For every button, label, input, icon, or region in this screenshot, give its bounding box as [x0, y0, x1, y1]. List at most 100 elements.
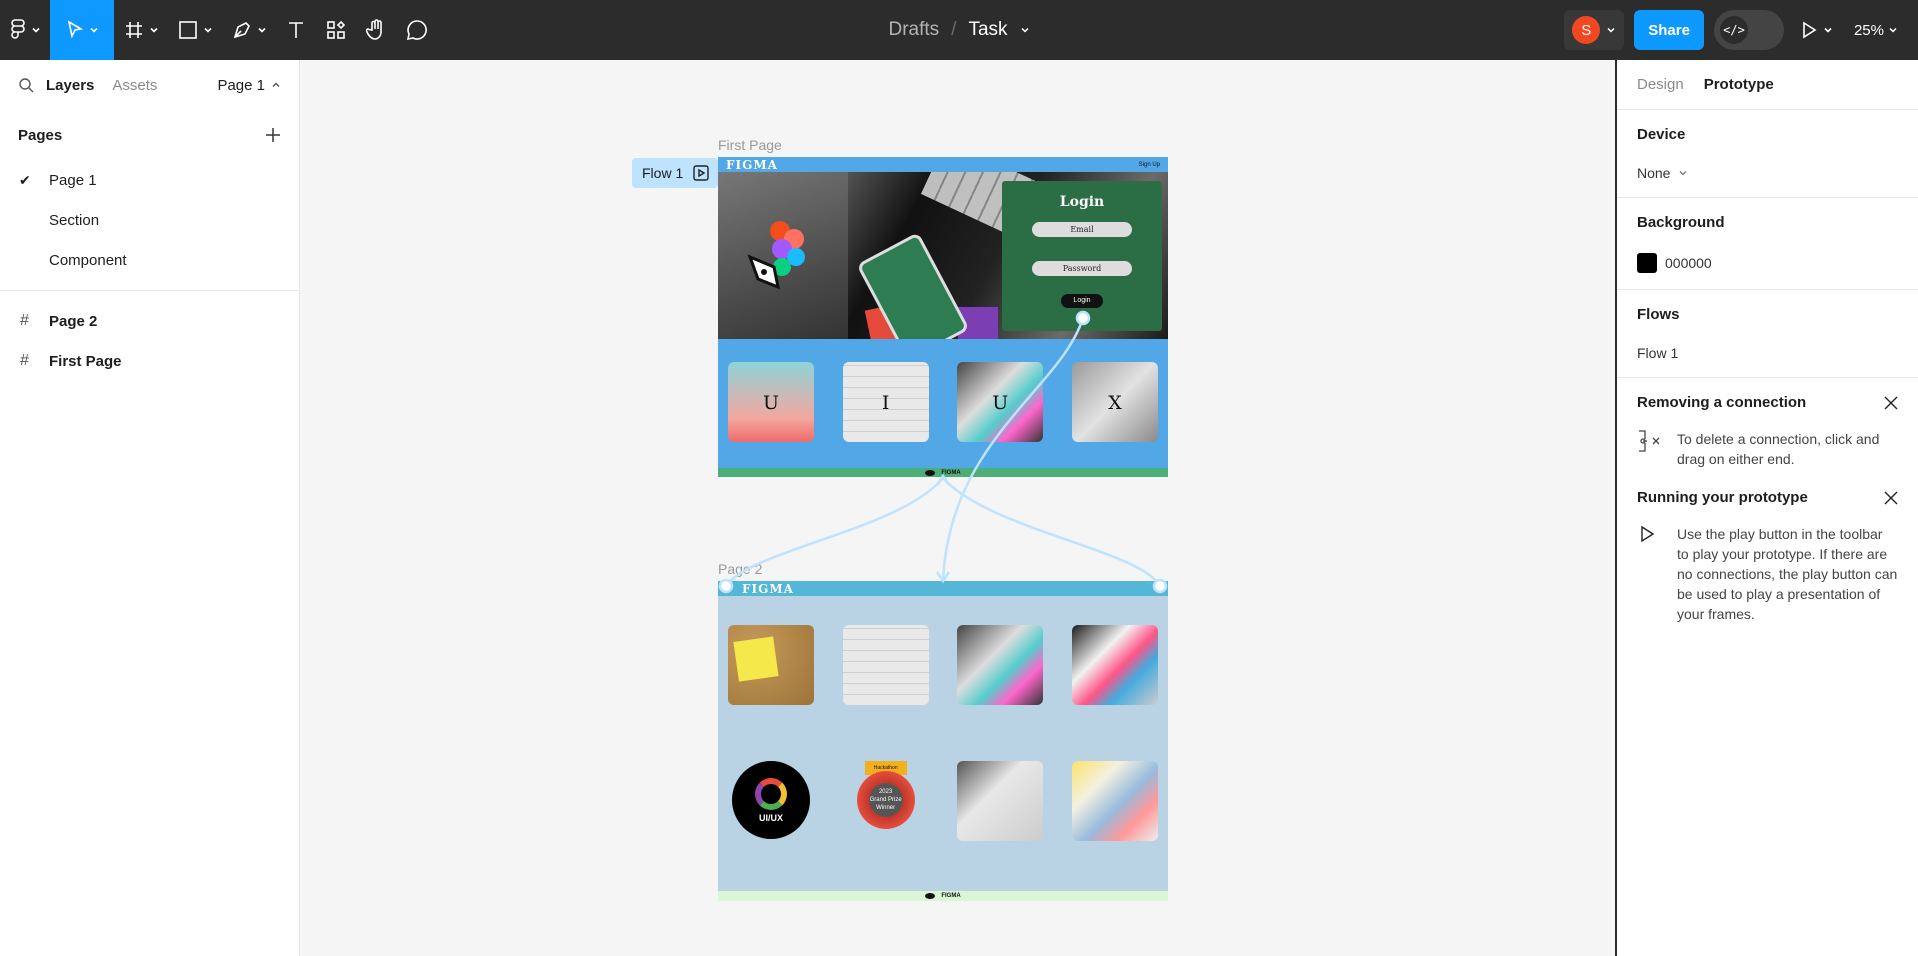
pen-tool-button[interactable] — [222, 0, 276, 60]
zoom-level: 25% — [1853, 21, 1884, 39]
chevron-down-icon — [1824, 27, 1832, 33]
right-tabs: Design Prototype — [1617, 60, 1918, 110]
resources-tool-button[interactable] — [316, 0, 356, 60]
flow-starting-point-badge[interactable]: Flow 1 — [632, 158, 718, 188]
layer-item-page-2[interactable]: # Page 2 — [0, 301, 299, 341]
flow-badge-label: Flow 1 — [642, 165, 684, 181]
hackathon-medal[interactable]: Hackathon 2023 Grand Prize Winner — [843, 761, 929, 841]
close-icon[interactable] — [1884, 396, 1898, 410]
footer-brand: FIGMA — [941, 893, 961, 899]
avatar[interactable]: S — [1572, 16, 1601, 44]
tip1-title: Removing a connection — [1637, 394, 1807, 411]
page-item-component[interactable]: Component — [0, 240, 299, 280]
file-name[interactable]: Task — [968, 19, 1007, 41]
signup-link[interactable]: Sign Up — [1139, 162, 1160, 168]
medal-line1: Grand Prize — [869, 797, 902, 803]
card-workspace[interactable] — [1071, 625, 1158, 705]
login-button[interactable]: Login — [1061, 294, 1103, 308]
resources-icon — [327, 20, 346, 39]
frame2-footer: FIGMA — [718, 891, 1168, 901]
uiux-badge[interactable]: UI/UX — [732, 761, 810, 839]
frame-icon: # — [20, 352, 29, 369]
card-lightbulb[interactable] — [728, 625, 814, 705]
frame1-header: FIGMA Sign Up — [718, 157, 1168, 172]
hero-image: Login Email Password Login — [718, 172, 1168, 339]
lightbulb-icon — [733, 636, 779, 682]
left-tabs: Layers Assets Page 1 — [0, 60, 299, 110]
share-button[interactable]: Share — [1634, 10, 1704, 50]
frame-icon — [126, 22, 142, 38]
background-heading: Background — [1637, 214, 1725, 231]
frame-page-2[interactable]: FIGMA UI/UX Hackathon 2023 Grand Prize Win… — [718, 581, 1168, 901]
card-notes[interactable] — [1071, 761, 1158, 841]
frame-icon: # — [20, 312, 29, 329]
frame1-footer: FIGMA — [718, 468, 1168, 477]
divider — [0, 290, 299, 291]
background-hex[interactable]: 000000 — [1665, 255, 1712, 271]
add-page-icon[interactable] — [265, 127, 281, 143]
flows-heading: Flows — [1637, 306, 1680, 323]
card-u-2[interactable]: U — [957, 362, 1044, 442]
frame-label-first-page[interactable]: First Page — [718, 137, 782, 153]
main-menu-button[interactable] — [0, 0, 50, 60]
play-icon — [1803, 21, 1817, 39]
tab-assets[interactable]: Assets — [112, 77, 157, 94]
page-selector[interactable]: Page 1 — [217, 77, 281, 94]
page-item-section[interactable]: Section — [0, 200, 299, 240]
email-field[interactable]: Email — [1032, 222, 1132, 237]
device-dropdown[interactable]: None — [1637, 165, 1898, 181]
tip1-body: To delete a connection, click and drag o… — [1677, 431, 1880, 467]
pages-header: Pages — [0, 110, 299, 160]
play-flow-icon[interactable] — [693, 165, 709, 181]
flow-item[interactable]: Flow 1 — [1637, 345, 1898, 361]
device-value: None — [1637, 165, 1671, 181]
device-section: Device None — [1617, 110, 1918, 198]
chevron-up-icon — [272, 82, 280, 87]
tab-layers[interactable]: Layers — [46, 77, 94, 94]
page-item-page-1[interactable]: ✔ Page 1 — [0, 160, 299, 200]
breadcrumb-drafts[interactable]: Drafts — [888, 19, 939, 41]
present-button[interactable] — [1794, 0, 1838, 60]
search-icon[interactable] — [18, 77, 34, 93]
card-pencil[interactable] — [957, 761, 1044, 841]
frame-tool-button[interactable] — [114, 0, 168, 60]
hand-tool-button[interactable] — [356, 0, 396, 60]
background-section: Background 000000 — [1617, 198, 1918, 290]
zoom-menu[interactable]: 25% — [1848, 22, 1904, 39]
chevron-down-icon — [1889, 27, 1897, 33]
chevron-down-icon[interactable] — [1020, 25, 1030, 35]
background-color-field[interactable]: 000000 — [1637, 253, 1898, 273]
password-field[interactable]: Password — [1032, 261, 1132, 276]
frame-first-page[interactable]: FIGMA Sign Up Login Email Password Login… — [718, 157, 1168, 477]
tab-design[interactable]: Design — [1637, 76, 1684, 93]
move-tool-button[interactable] — [50, 0, 114, 60]
comment-tool-button[interactable] — [396, 0, 438, 60]
text-tool-button[interactable] — [276, 0, 316, 60]
card-i[interactable]: I — [842, 362, 929, 442]
card-x[interactable]: X — [1071, 362, 1158, 442]
tab-prototype[interactable]: Prototype — [1704, 76, 1774, 93]
card-desk[interactable] — [957, 625, 1044, 705]
dev-mode-toggle[interactable]: </> — [1713, 10, 1784, 50]
disconnect-icon — [1639, 430, 1660, 452]
color-swatch[interactable] — [1637, 253, 1657, 273]
brand-logo: FIGMA — [742, 581, 794, 596]
close-icon[interactable] — [1884, 491, 1898, 505]
tip2-body: Use the play button in the toolbar to pl… — [1677, 526, 1898, 622]
shape-tool-button[interactable] — [168, 0, 222, 60]
multiplayer-avatars[interactable]: S — [1564, 10, 1625, 50]
device-heading: Device — [1637, 126, 1686, 143]
canvas[interactable]: First Page Flow 1 FIGMA Sign Up Login Em… — [300, 60, 1615, 956]
card-sketch[interactable] — [842, 625, 929, 705]
figma-logo-icon — [11, 19, 25, 39]
tip2-title: Running your prototype — [1637, 489, 1808, 506]
chevron-down-icon — [1680, 171, 1687, 176]
breadcrumb-separator: / — [951, 19, 957, 40]
text-icon — [289, 22, 303, 38]
chevron-down-icon — [1607, 27, 1615, 33]
layer-item-first-page[interactable]: # First Page — [0, 341, 299, 381]
card-u[interactable]: U — [728, 362, 814, 442]
frame-label-page-2[interactable]: Page 2 — [718, 561, 762, 577]
card-letter: I — [881, 392, 890, 414]
footer-brand: FIGMA — [941, 469, 961, 476]
